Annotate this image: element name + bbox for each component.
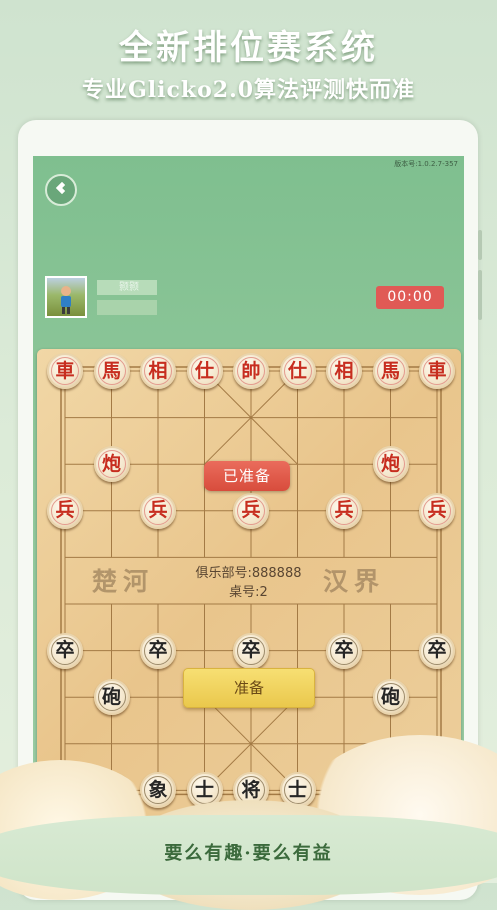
- piece-character: 卒: [144, 636, 172, 665]
- piece-character: 馬: [376, 357, 405, 385]
- piece-character: 卒: [330, 636, 358, 665]
- piece-character: 砲: [97, 683, 126, 712]
- piece-character: 仕: [283, 357, 312, 385]
- black-piece[interactable]: 砲: [372, 679, 409, 716]
- red-piece[interactable]: 兵: [326, 492, 362, 529]
- back-arrow-icon: [53, 180, 69, 200]
- piece-character: 仕: [190, 357, 219, 385]
- black-piece[interactable]: 砲: [93, 679, 130, 716]
- piece-character: 炮: [97, 450, 126, 479]
- ready-button[interactable]: 准备: [183, 668, 315, 708]
- piece-character: 兵: [237, 496, 265, 525]
- black-piece[interactable]: 卒: [419, 632, 455, 669]
- red-piece[interactable]: 炮: [372, 446, 409, 483]
- piece-character: 相: [144, 357, 172, 385]
- piece-character: 炮: [376, 450, 405, 479]
- red-piece[interactable]: 仕: [186, 353, 223, 389]
- red-piece[interactable]: 車: [419, 353, 455, 389]
- player-avatar[interactable]: [45, 276, 87, 318]
- tablet-side-button: [478, 270, 482, 320]
- red-piece[interactable]: 相: [326, 353, 362, 389]
- version-label: 版本号:1.0.2.7-357: [394, 160, 458, 168]
- piece-character: 兵: [144, 496, 172, 525]
- back-button[interactable]: [45, 174, 77, 206]
- piece-character: 車: [423, 357, 451, 385]
- red-piece[interactable]: 馬: [93, 353, 130, 389]
- red-piece[interactable]: 仕: [279, 353, 316, 389]
- ready-status-badge: 已准备: [204, 461, 290, 491]
- red-piece[interactable]: 帥: [233, 353, 269, 389]
- black-piece[interactable]: 卒: [140, 632, 176, 669]
- red-piece[interactable]: 車: [47, 353, 83, 389]
- piece-character: 卒: [237, 636, 265, 665]
- red-piece[interactable]: 兵: [233, 492, 269, 529]
- club-number: 俱乐部号:888888: [195, 566, 302, 581]
- table-number: 桌号:2: [229, 585, 268, 600]
- red-piece[interactable]: 炮: [93, 446, 130, 483]
- player-name: 颢颢: [97, 280, 157, 295]
- red-piece[interactable]: 相: [140, 353, 176, 389]
- piece-character: 帥: [237, 357, 265, 385]
- piece-character: 兵: [51, 496, 79, 525]
- player-rank-placeholder: [97, 300, 157, 315]
- red-piece[interactable]: 馬: [372, 353, 409, 389]
- piece-character: 砲: [376, 683, 405, 712]
- black-piece[interactable]: 卒: [47, 632, 83, 669]
- piece-character: 馬: [97, 357, 126, 385]
- game-timer: 00:00: [376, 286, 444, 309]
- piece-character: 兵: [330, 496, 358, 525]
- piece-character: 士: [190, 776, 219, 805]
- piece-character: 兵: [423, 496, 451, 525]
- footer-slogan: 要么有趣·要么有益: [164, 843, 333, 864]
- tablet-side-button: [478, 230, 482, 260]
- piece-character: 車: [51, 357, 79, 385]
- red-piece[interactable]: 兵: [47, 492, 83, 529]
- promo-title: 全新排位赛系统: [119, 28, 378, 68]
- black-piece[interactable]: 卒: [326, 632, 362, 669]
- piece-character: 相: [330, 357, 358, 385]
- piece-character: 卒: [51, 636, 79, 665]
- promo-subtitle: 专业Glicko2.0算法评测快而准: [81, 77, 416, 103]
- piece-character: 卒: [423, 636, 451, 665]
- red-piece[interactable]: 兵: [140, 492, 176, 529]
- red-piece[interactable]: 兵: [419, 492, 455, 529]
- black-piece[interactable]: 卒: [233, 632, 269, 669]
